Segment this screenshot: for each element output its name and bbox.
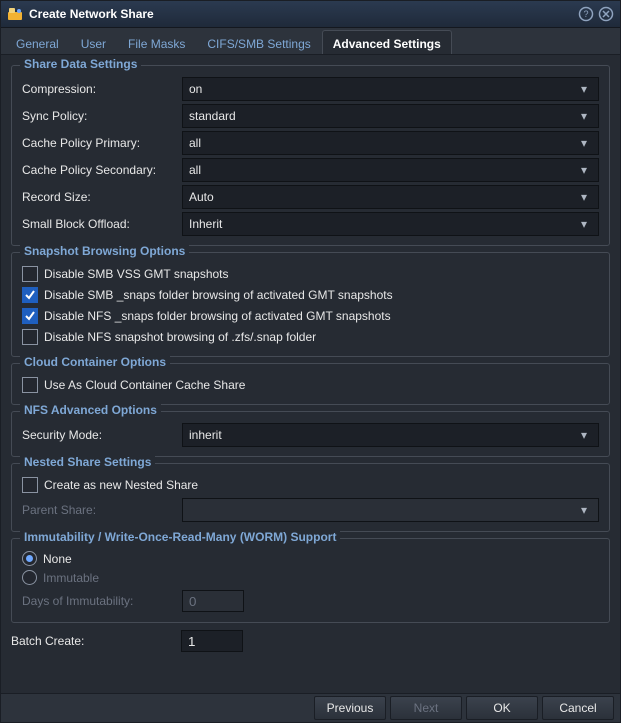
legend-share-data: Share Data Settings bbox=[20, 57, 141, 71]
tabstrip: General User File Masks CIFS/SMB Setting… bbox=[1, 28, 620, 55]
group-cloud: Cloud Container Options Use As Cloud Con… bbox=[11, 363, 610, 405]
group-nfs: NFS Advanced Options Security Mode: inhe… bbox=[11, 411, 610, 457]
legend-nfs: NFS Advanced Options bbox=[20, 403, 161, 417]
help-icon[interactable]: ? bbox=[578, 6, 594, 22]
cloud-cache-checkbox[interactable] bbox=[22, 377, 38, 393]
chevron-down-icon: ▾ bbox=[576, 109, 592, 123]
dialog-title: Create Network Share bbox=[29, 7, 574, 21]
create-nested-label: Create as new Nested Share bbox=[44, 478, 198, 492]
chevron-down-icon: ▾ bbox=[576, 82, 592, 96]
worm-none-label: None bbox=[43, 552, 72, 566]
security-mode-combo[interactable]: inherit▾ bbox=[182, 423, 599, 447]
record-size-combo[interactable]: Auto▾ bbox=[182, 185, 599, 209]
legend-worm: Immutability / Write-Once-Read-Many (WOR… bbox=[20, 530, 340, 544]
disable-nfs-zfs-label: Disable NFS snapshot browsing of .zfs/.s… bbox=[44, 330, 316, 344]
ok-button[interactable]: OK bbox=[466, 696, 538, 720]
label-batch-create: Batch Create: bbox=[11, 634, 181, 648]
disable-smb-vss-checkbox[interactable] bbox=[22, 266, 38, 282]
svg-text:?: ? bbox=[583, 9, 588, 19]
disable-smb-vss-label: Disable SMB VSS GMT snapshots bbox=[44, 267, 229, 281]
batch-create-input[interactable] bbox=[181, 630, 243, 652]
legend-nested: Nested Share Settings bbox=[20, 455, 155, 469]
label-sync-policy: Sync Policy: bbox=[22, 109, 182, 123]
chevron-down-icon: ▾ bbox=[576, 163, 592, 177]
disable-nfs-snaps-checkbox[interactable] bbox=[22, 308, 38, 324]
group-snapshot: Snapshot Browsing Options Disable SMB VS… bbox=[11, 252, 610, 357]
titlebar: Create Network Share ? bbox=[1, 1, 620, 28]
tab-general[interactable]: General bbox=[5, 30, 70, 54]
disable-smb-snaps-checkbox[interactable] bbox=[22, 287, 38, 303]
disable-smb-snaps-label: Disable SMB _snaps folder browsing of ac… bbox=[44, 288, 393, 302]
group-nested: Nested Share Settings Create as new Nest… bbox=[11, 463, 610, 532]
disable-nfs-zfs-checkbox[interactable] bbox=[22, 329, 38, 345]
label-record-size: Record Size: bbox=[22, 190, 182, 204]
tab-user[interactable]: User bbox=[70, 30, 117, 54]
cloud-cache-label: Use As Cloud Container Cache Share bbox=[44, 378, 245, 392]
label-days-immutability: Days of Immutability: bbox=[22, 594, 182, 608]
label-parent-share: Parent Share: bbox=[22, 503, 182, 517]
label-compression: Compression: bbox=[22, 82, 182, 96]
batch-row: Batch Create: bbox=[11, 629, 610, 653]
parent-share-combo: ▾ bbox=[182, 498, 599, 522]
chevron-down-icon: ▾ bbox=[576, 503, 592, 517]
cancel-button[interactable]: Cancel bbox=[542, 696, 614, 720]
worm-immutable-label: Immutable bbox=[43, 571, 99, 585]
previous-button[interactable]: Previous bbox=[314, 696, 386, 720]
create-nested-checkbox[interactable] bbox=[22, 477, 38, 493]
legend-snapshot: Snapshot Browsing Options bbox=[20, 244, 189, 258]
chevron-down-icon: ▾ bbox=[576, 217, 592, 231]
chevron-down-icon: ▾ bbox=[576, 190, 592, 204]
sync-policy-combo[interactable]: standard▾ bbox=[182, 104, 599, 128]
group-share-data: Share Data Settings Compression: on▾ Syn… bbox=[11, 65, 610, 246]
chevron-down-icon: ▾ bbox=[576, 428, 592, 442]
label-small-block: Small Block Offload: bbox=[22, 217, 182, 231]
days-immutability-input bbox=[182, 590, 244, 612]
close-icon[interactable] bbox=[598, 6, 614, 22]
legend-cloud: Cloud Container Options bbox=[20, 355, 170, 369]
compression-combo[interactable]: on▾ bbox=[182, 77, 599, 101]
tab-cifs-smb-settings[interactable]: CIFS/SMB Settings bbox=[196, 30, 321, 54]
small-block-combo[interactable]: Inherit▾ bbox=[182, 212, 599, 236]
dialog-window: Create Network Share ? General User File… bbox=[0, 0, 621, 723]
dialog-body: Share Data Settings Compression: on▾ Syn… bbox=[1, 55, 620, 693]
group-worm: Immutability / Write-Once-Read-Many (WOR… bbox=[11, 538, 610, 623]
tab-file-masks[interactable]: File Masks bbox=[117, 30, 196, 54]
label-cache-primary: Cache Policy Primary: bbox=[22, 136, 182, 150]
next-button: Next bbox=[390, 696, 462, 720]
label-cache-secondary: Cache Policy Secondary: bbox=[22, 163, 182, 177]
worm-none-radio[interactable] bbox=[22, 551, 37, 566]
tab-advanced-settings[interactable]: Advanced Settings bbox=[322, 30, 452, 54]
chevron-down-icon: ▾ bbox=[576, 136, 592, 150]
label-security-mode: Security Mode: bbox=[22, 428, 182, 442]
disable-nfs-snaps-label: Disable NFS _snaps folder browsing of ac… bbox=[44, 309, 391, 323]
worm-immutable-radio[interactable] bbox=[22, 570, 37, 585]
share-wizard-icon bbox=[7, 6, 23, 22]
cache-primary-combo[interactable]: all▾ bbox=[182, 131, 599, 155]
cache-secondary-combo[interactable]: all▾ bbox=[182, 158, 599, 182]
dialog-footer: Previous Next OK Cancel bbox=[1, 693, 620, 722]
